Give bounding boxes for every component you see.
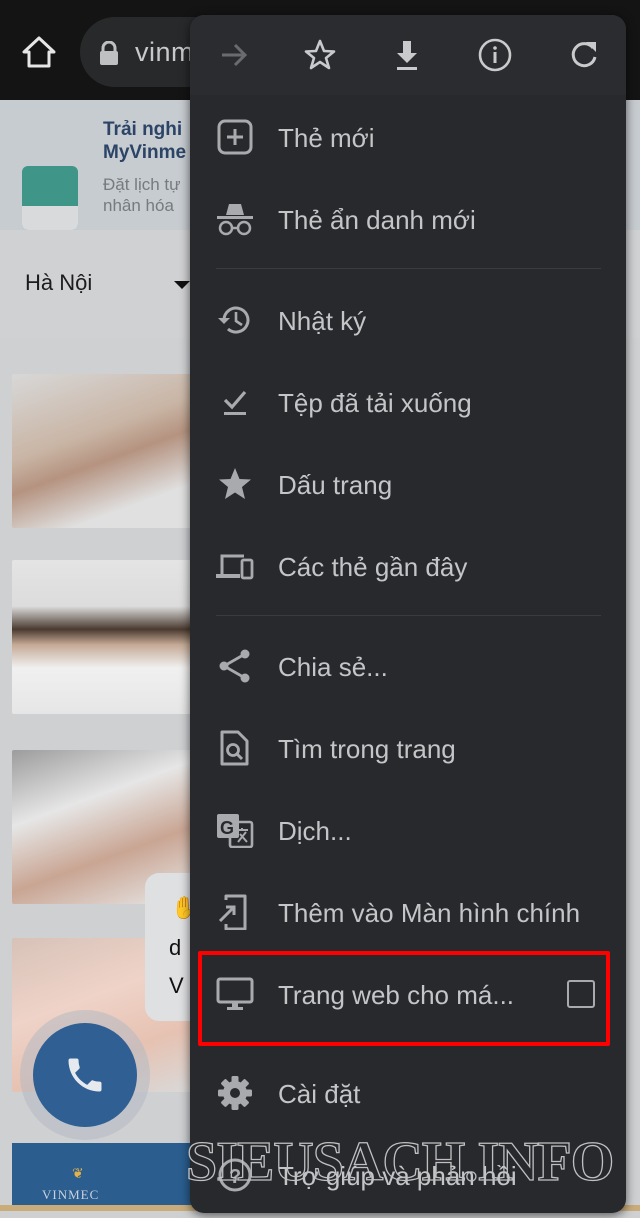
menu-item-translate[interactable]: G Dịch...: [190, 790, 626, 870]
star-filled-icon: [219, 468, 251, 499]
app-screenshot-thumbnail: [22, 166, 78, 230]
home-icon: [22, 36, 56, 68]
home-button[interactable]: [20, 33, 58, 71]
translate-icon: G: [217, 814, 254, 848]
downloads-check-icon: [223, 390, 247, 415]
menu-item-label: Thẻ ẩn danh mới: [278, 205, 476, 235]
menu-item-label: Tìm trong trang: [278, 734, 456, 764]
info-icon: [478, 38, 512, 72]
menu-item-add-to-home-screen[interactable]: Thêm vào Màn hình chính: [190, 872, 626, 952]
menu-item-share[interactable]: Chia sẻ...: [190, 626, 626, 706]
call-button[interactable]: [33, 1023, 137, 1127]
article-thumbnail-headache[interactable]: [12, 374, 192, 528]
menu-item-new-incognito-tab[interactable]: Thẻ ẩn danh mới: [190, 179, 626, 259]
url-text: vinm: [135, 37, 195, 67]
reload-button[interactable]: [566, 37, 602, 73]
city-selector-value: Hà Nội: [25, 270, 93, 295]
menu-item-label: Cài đặt: [278, 1079, 361, 1109]
menu-item-history[interactable]: Nhật ký: [190, 280, 626, 360]
find-in-page-icon: [220, 730, 249, 766]
promo-subtitle-line1: Đặt lịch tự: [103, 175, 181, 194]
menu-item-label: Chia sẻ...: [278, 652, 388, 682]
vinmec-logo-icon: ❦: [72, 1165, 84, 1181]
download-button[interactable]: [389, 37, 425, 73]
menu-item-label: Dịch...: [278, 816, 352, 846]
menu-item-bookmarks[interactable]: Dấu trang: [190, 444, 626, 524]
promo-subtitle: Đặt lịch tự nhân hóa: [103, 174, 181, 216]
menu-item-label: Dấu trang: [278, 470, 393, 500]
new-tab-icon: [217, 119, 253, 155]
download-icon: [397, 41, 417, 70]
menu-toolbar: [190, 15, 626, 95]
forward-button[interactable]: [216, 37, 252, 73]
chat-bubble-text-line1: d: [169, 935, 182, 960]
banner-text: VINMEC: [42, 1187, 100, 1202]
menu-item-downloads[interactable]: Tệp đã tải xuống: [190, 362, 626, 442]
article-thumbnail-sneezing[interactable]: [12, 560, 192, 714]
menu-item-find-in-page[interactable]: Tìm trong trang: [190, 708, 626, 788]
menu-item-new-tab[interactable]: Thẻ mới: [190, 97, 626, 177]
caret-down-icon: [174, 281, 190, 289]
annotation-highlight-box: [198, 951, 610, 1046]
arrow-right-icon: [222, 43, 248, 67]
menu-item-label: Tệp đã tải xuống: [278, 388, 472, 418]
menu-item-label: Thẻ mới: [278, 123, 375, 153]
refresh-icon: [571, 42, 597, 68]
vinmec-banner[interactable]: ❦ VINMEC: [12, 1143, 202, 1205]
promo-title-line2: MyVinme: [103, 142, 187, 163]
menu-item-settings[interactable]: Cài đặt: [190, 1053, 626, 1133]
menu-divider: [216, 268, 601, 269]
gear-icon: [218, 1076, 252, 1110]
lock-icon: [100, 41, 118, 65]
bookmark-button[interactable]: [302, 37, 338, 73]
promo-subtitle-line2: nhân hóa: [103, 196, 174, 215]
phone-icon: [68, 1058, 102, 1092]
menu-item-label: Nhật ký: [278, 306, 367, 336]
promo-title: Trải nghi MyVinme: [103, 118, 186, 164]
share-icon: [219, 649, 250, 683]
menu-item-label: Các thẻ gần đây: [278, 552, 468, 582]
devices-icon: [216, 554, 254, 580]
svg-text:G: G: [220, 818, 234, 838]
promo-title-line1: Trải nghi: [103, 119, 183, 140]
star-outline-icon: [304, 39, 336, 70]
history-icon: [218, 306, 250, 334]
chat-bubble-text-line2: V: [169, 973, 184, 998]
menu-item-recent-tabs[interactable]: Các thẻ gần đây: [190, 526, 626, 606]
menu-item-label: Thêm vào Màn hình chính: [278, 898, 581, 928]
watermark: SIEUSACH.INFO: [185, 1130, 615, 1193]
page-info-button[interactable]: [477, 37, 513, 73]
incognito-icon: [217, 204, 253, 236]
add-to-home-icon: [218, 894, 247, 930]
menu-divider: [216, 615, 601, 616]
